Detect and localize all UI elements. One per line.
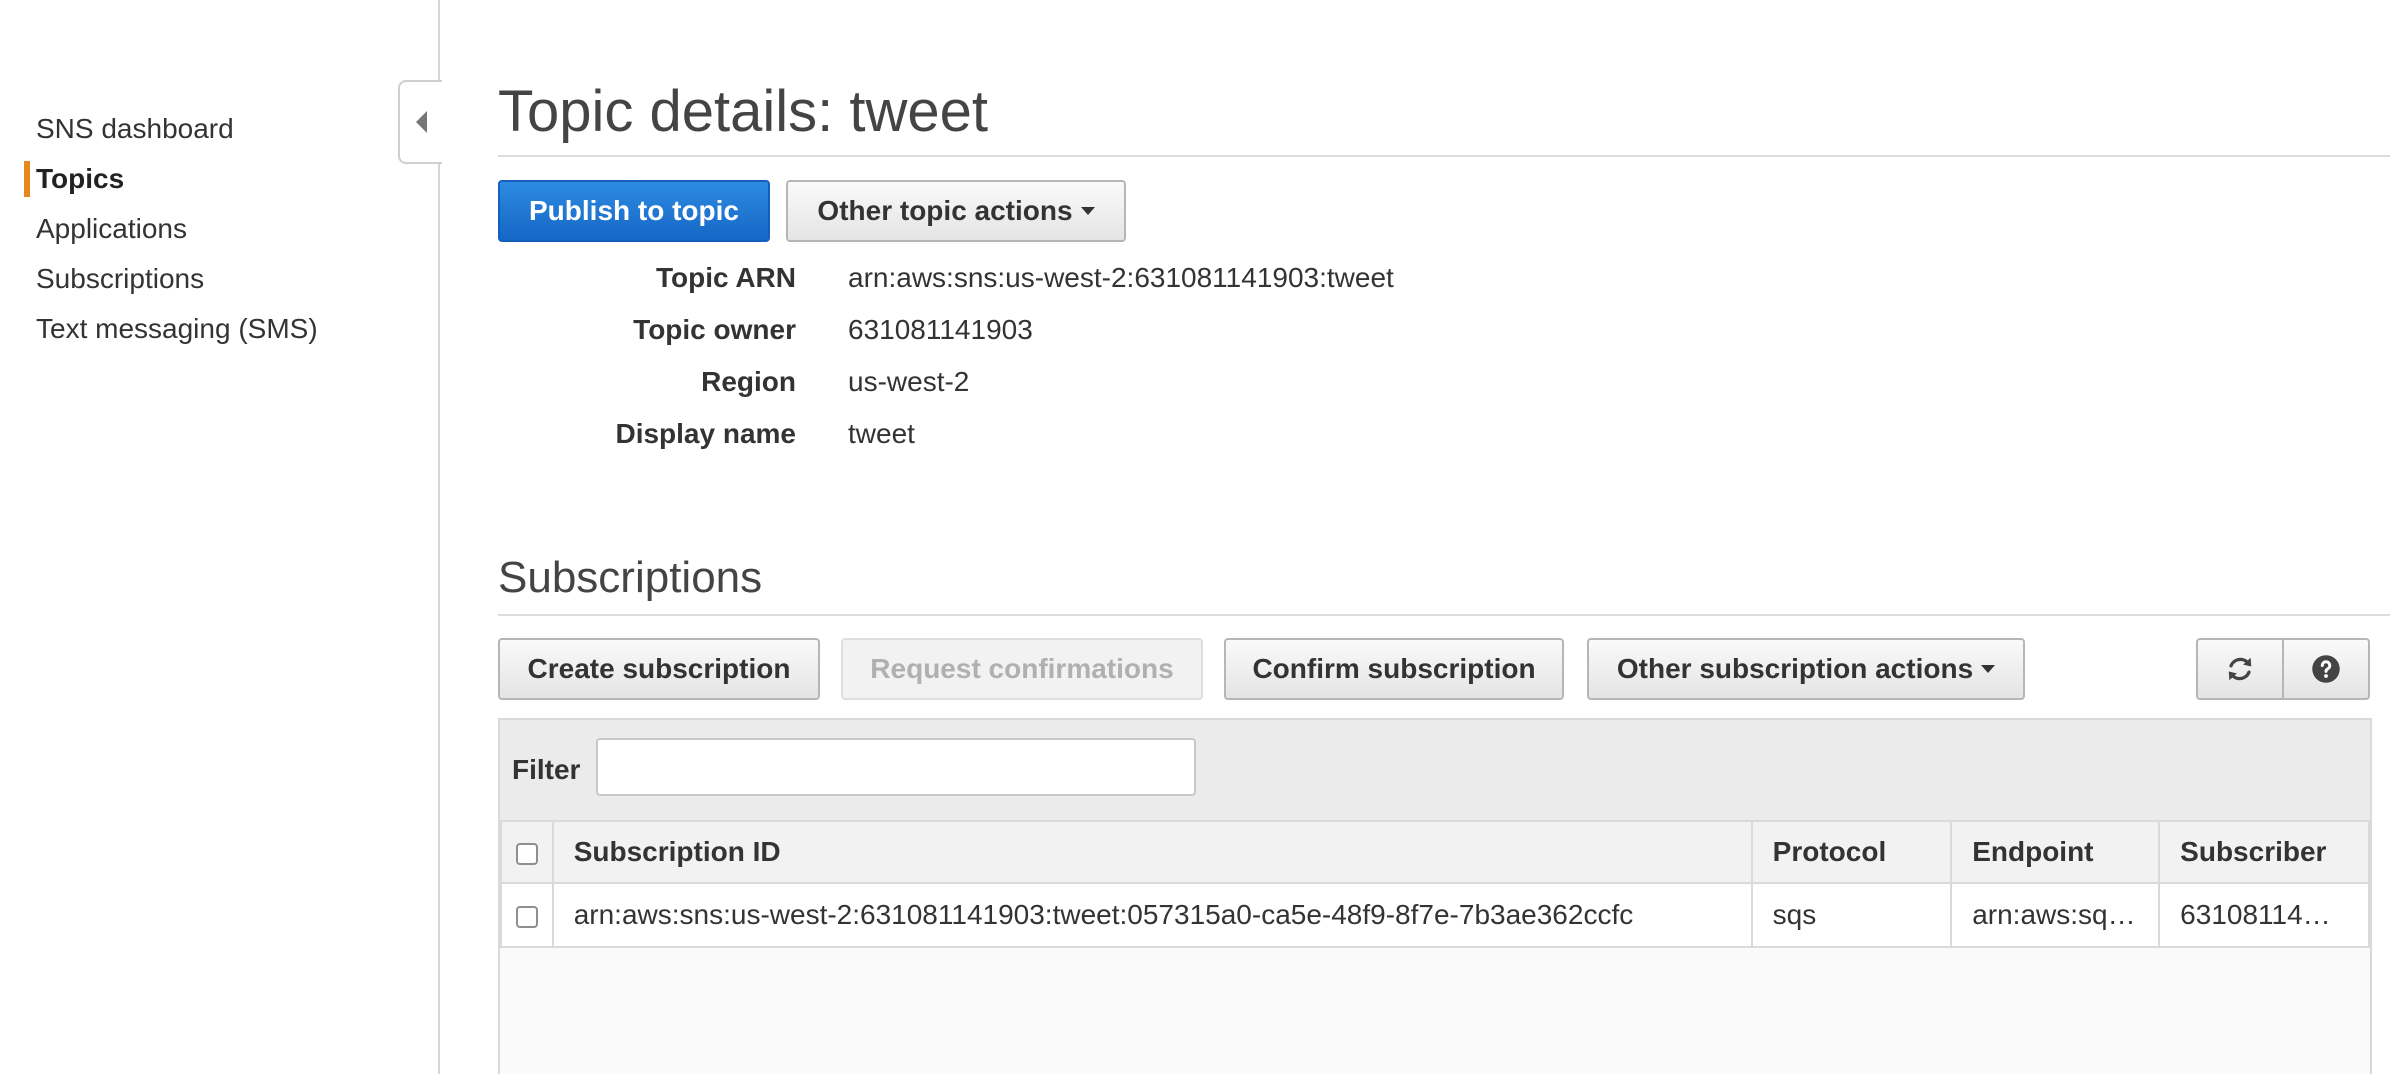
sidebar: SNS dashboard Topics Applications Subscr…	[0, 0, 440, 1074]
row-select-cell	[500, 882, 554, 948]
sidebar-item-text-messaging[interactable]: Text messaging (SMS)	[0, 304, 438, 354]
filter-input[interactable]	[596, 738, 1196, 796]
topic-owner-value: 631081141903	[848, 314, 1033, 345]
publish-to-topic-label: Publish to topic	[529, 195, 739, 226]
publish-to-topic-button[interactable]: Publish to topic	[498, 180, 770, 242]
confirm-subscription-button[interactable]: Confirm subscription	[1224, 638, 1564, 700]
column-header-protocol[interactable]: Protocol	[1750, 820, 1953, 884]
other-topic-actions-button[interactable]: Other topic actions	[786, 180, 1126, 242]
column-header-endpoint[interactable]: Endpoint	[1950, 820, 2161, 884]
select-all-cell	[500, 820, 554, 884]
detail-label: Region	[701, 366, 796, 397]
sidebar-collapse-button[interactable]	[398, 80, 442, 164]
request-confirmations-label: Request confirmations	[870, 653, 1174, 684]
region-value: us-west-2	[848, 366, 970, 397]
other-subscription-actions-button[interactable]: Other subscription actions	[1587, 638, 2025, 700]
detail-label: Display name	[615, 418, 796, 449]
subscriptions-divider	[498, 614, 2390, 616]
detail-row-display-name: Display name tweet	[498, 418, 1898, 470]
refresh-icon	[2228, 657, 2252, 681]
sns-console: SNS dashboard Topics Applications Subscr…	[0, 0, 2390, 1074]
protocol-cell: sqs	[1750, 882, 1953, 948]
subscriber-cell: 63108114…	[2158, 882, 2370, 948]
detail-label: Topic owner	[633, 314, 796, 345]
endpoint-cell: arn:aws:sq…	[1950, 882, 2161, 948]
create-subscription-button[interactable]: Create subscription	[498, 638, 820, 700]
help-icon	[2312, 655, 2340, 683]
request-confirmations-button[interactable]: Request confirmations	[841, 638, 1203, 700]
sidebar-item-subscriptions[interactable]: Subscriptions	[0, 254, 438, 304]
help-button[interactable]	[2282, 640, 2368, 698]
column-header-subscriber[interactable]: Subscriber	[2158, 820, 2370, 884]
subscriptions-heading: Subscriptions	[498, 553, 763, 602]
page-title: Topic details: tweet	[498, 79, 989, 144]
filter-label: Filter	[512, 754, 581, 785]
sidebar-item-applications[interactable]: Applications	[0, 204, 438, 254]
table-header-row: Subscription ID Protocol Endpoint Subscr…	[500, 820, 2370, 884]
detail-row-topic-arn: Topic ARN arn:aws:sns:us-west-2:63108114…	[498, 262, 1898, 314]
other-topic-actions-label: Other topic actions	[817, 195, 1073, 226]
refresh-button[interactable]	[2198, 640, 2282, 698]
caret-down-icon	[1080, 207, 1095, 215]
confirm-subscription-label: Confirm subscription	[1252, 653, 1536, 684]
triangle-left-icon	[415, 111, 427, 133]
column-header-subscription-id[interactable]: Subscription ID	[551, 820, 1753, 884]
subscriptions-table: Subscription ID Protocol Endpoint Subscr…	[500, 820, 2370, 948]
row-checkbox[interactable]	[515, 905, 538, 928]
other-subscription-actions-label: Other subscription actions	[1616, 653, 1974, 684]
display-name-value: tweet	[848, 418, 915, 449]
detail-row-topic-owner: Topic owner 631081141903	[498, 314, 1898, 366]
select-all-checkbox[interactable]	[515, 842, 538, 865]
sidebar-item-topics[interactable]: Topics	[0, 154, 438, 204]
table-tools	[2196, 638, 2370, 700]
topic-arn-value: arn:aws:sns:us-west-2:631081141903:tweet	[848, 262, 1394, 293]
topic-details: Topic ARN arn:aws:sns:us-west-2:63108114…	[498, 262, 1898, 470]
detail-label: Topic ARN	[656, 262, 796, 293]
caret-down-icon	[1981, 665, 1996, 673]
subscription-id-cell: arn:aws:sns:us-west-2:631081141903:tweet…	[551, 882, 1753, 948]
create-subscription-label: Create subscription	[527, 653, 791, 684]
subscriptions-panel: Filter Subscription ID Protocol Endpoint…	[498, 718, 2372, 1074]
sidebar-nav: SNS dashboard Topics Applications Subscr…	[0, 104, 438, 354]
title-divider	[498, 155, 2390, 157]
main-content: Topic details: tweet Publish to topic Ot…	[498, 0, 2390, 1074]
table-row[interactable]: arn:aws:sns:us-west-2:631081141903:tweet…	[500, 882, 2370, 948]
detail-row-region: Region us-west-2	[498, 366, 1898, 418]
table-empty-area	[500, 948, 2370, 1074]
sidebar-item-sns-dashboard[interactable]: SNS dashboard	[0, 104, 438, 154]
